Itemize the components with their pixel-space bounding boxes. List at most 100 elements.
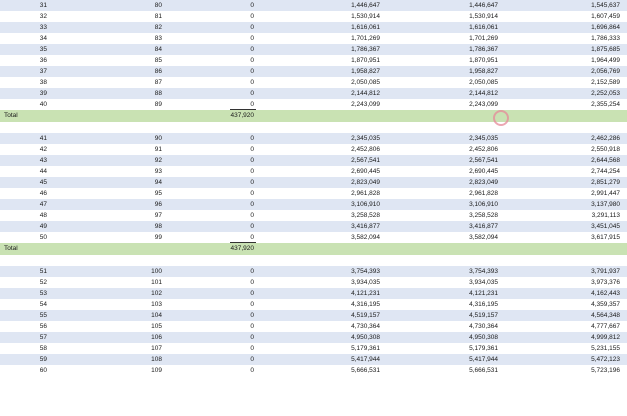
cell[interactable]: 49	[0, 221, 47, 232]
cell[interactable]: 0	[200, 44, 254, 55]
cell[interactable]: 109	[110, 365, 162, 376]
cell[interactable]: 0	[200, 321, 254, 332]
cell[interactable]: 89	[110, 99, 162, 110]
cell[interactable]: 50	[0, 232, 47, 243]
cell[interactable]: 3,416,877	[436, 221, 498, 232]
cell[interactable]: 0	[200, 55, 254, 66]
cell[interactable]: 106	[110, 332, 162, 343]
cell[interactable]: 56	[0, 321, 47, 332]
cell[interactable]: 104	[110, 310, 162, 321]
cell[interactable]: 3,617,915	[558, 232, 620, 243]
cell[interactable]: 5,231,155	[558, 343, 620, 354]
total-label[interactable]: Total	[4, 110, 44, 122]
total-value[interactable]: 437,920	[200, 110, 255, 122]
cell[interactable]: 0	[200, 155, 254, 166]
cell[interactable]: 0	[200, 0, 254, 11]
cell[interactable]: 94	[110, 177, 162, 188]
cell[interactable]: 2,452,806	[318, 144, 380, 155]
cell[interactable]: 1,607,459	[558, 11, 620, 22]
cell[interactable]: 3,258,528	[436, 210, 498, 221]
cell[interactable]: 96	[110, 199, 162, 210]
cell[interactable]: 95	[110, 188, 162, 199]
cell[interactable]: 52	[0, 277, 47, 288]
cell[interactable]: 0	[200, 332, 254, 343]
cell[interactable]: 41	[0, 133, 47, 144]
cell[interactable]: 2,991,447	[558, 188, 620, 199]
cell[interactable]: 0	[200, 177, 254, 188]
cell[interactable]: 82	[110, 22, 162, 33]
cell[interactable]: 3,106,910	[318, 199, 380, 210]
cell[interactable]: 44	[0, 166, 47, 177]
cell[interactable]: 2,462,286	[558, 133, 620, 144]
cell[interactable]: 90	[110, 133, 162, 144]
cell[interactable]: 97	[110, 210, 162, 221]
cell[interactable]: 1,530,914	[436, 11, 498, 22]
cell[interactable]: 2,144,812	[436, 88, 498, 99]
cell[interactable]: 51	[0, 266, 47, 277]
cell[interactable]: 0	[200, 144, 254, 155]
cell[interactable]: 0	[200, 133, 254, 144]
cell[interactable]: 48	[0, 210, 47, 221]
cell[interactable]: 2,056,769	[558, 66, 620, 77]
cell[interactable]: 83	[110, 33, 162, 44]
cell[interactable]: 43	[0, 155, 47, 166]
cell[interactable]: 2,823,049	[436, 177, 498, 188]
cell[interactable]: 32	[0, 11, 47, 22]
cell[interactable]: 4,359,357	[558, 299, 620, 310]
cell[interactable]: 2,567,541	[436, 155, 498, 166]
cell[interactable]: 3,582,094	[318, 232, 380, 243]
cell[interactable]: 4,519,157	[318, 310, 380, 321]
cell[interactable]: 2,550,918	[558, 144, 620, 155]
cell[interactable]: 4,950,308	[318, 332, 380, 343]
total-label[interactable]: Total	[4, 243, 44, 255]
cell[interactable]: 2,050,085	[436, 77, 498, 88]
cell[interactable]: 4,777,667	[558, 321, 620, 332]
cell[interactable]: 47	[0, 199, 47, 210]
cell[interactable]: 102	[110, 288, 162, 299]
cell[interactable]: 3,416,877	[318, 221, 380, 232]
cell[interactable]: 4,950,308	[436, 332, 498, 343]
cell[interactable]: 0	[200, 188, 254, 199]
cell[interactable]: 0	[200, 77, 254, 88]
cell[interactable]: 85	[110, 55, 162, 66]
cell[interactable]: 1,701,269	[436, 33, 498, 44]
cell[interactable]: 5,417,944	[436, 354, 498, 365]
cell[interactable]: 3,934,035	[318, 277, 380, 288]
cell[interactable]: 3,754,393	[436, 266, 498, 277]
cell[interactable]: 0	[200, 88, 254, 99]
cell[interactable]: 0	[200, 22, 254, 33]
cell[interactable]: 87	[110, 77, 162, 88]
cell[interactable]: 45	[0, 177, 47, 188]
cell[interactable]: 1,545,637	[558, 0, 620, 11]
cell[interactable]: 1,446,647	[318, 0, 380, 11]
cell[interactable]: 3,451,045	[558, 221, 620, 232]
cell[interactable]: 2,252,053	[558, 88, 620, 99]
cell[interactable]: 2,050,085	[318, 77, 380, 88]
cell[interactable]: 2,961,828	[318, 188, 380, 199]
cell[interactable]: 4,121,231	[318, 288, 380, 299]
cell[interactable]: 2,961,828	[436, 188, 498, 199]
cell[interactable]: 1,530,914	[318, 11, 380, 22]
cell[interactable]: 2,744,254	[558, 166, 620, 177]
cell[interactable]: 36	[0, 55, 47, 66]
cell[interactable]: 42	[0, 144, 47, 155]
cell[interactable]: 2,345,035	[318, 133, 380, 144]
cell[interactable]: 0	[200, 11, 254, 22]
cell[interactable]: 2,851,279	[558, 177, 620, 188]
cell[interactable]: 105	[110, 321, 162, 332]
cell[interactable]: 92	[110, 155, 162, 166]
cell[interactable]: 103	[110, 299, 162, 310]
cell[interactable]: 2,345,035	[436, 133, 498, 144]
cell[interactable]: 91	[110, 144, 162, 155]
cell[interactable]: 1,958,827	[318, 66, 380, 77]
cell[interactable]: 55	[0, 310, 47, 321]
cell[interactable]: 3,291,113	[558, 210, 620, 221]
cell[interactable]: 1,786,367	[318, 44, 380, 55]
cell[interactable]: 100	[110, 266, 162, 277]
cell[interactable]: 1,786,367	[436, 44, 498, 55]
cell[interactable]: 0	[200, 66, 254, 77]
cell[interactable]: 0	[200, 288, 254, 299]
cell[interactable]: 2,243,099	[318, 99, 380, 110]
cell[interactable]: 4,730,364	[436, 321, 498, 332]
cell[interactable]: 0	[200, 354, 254, 365]
